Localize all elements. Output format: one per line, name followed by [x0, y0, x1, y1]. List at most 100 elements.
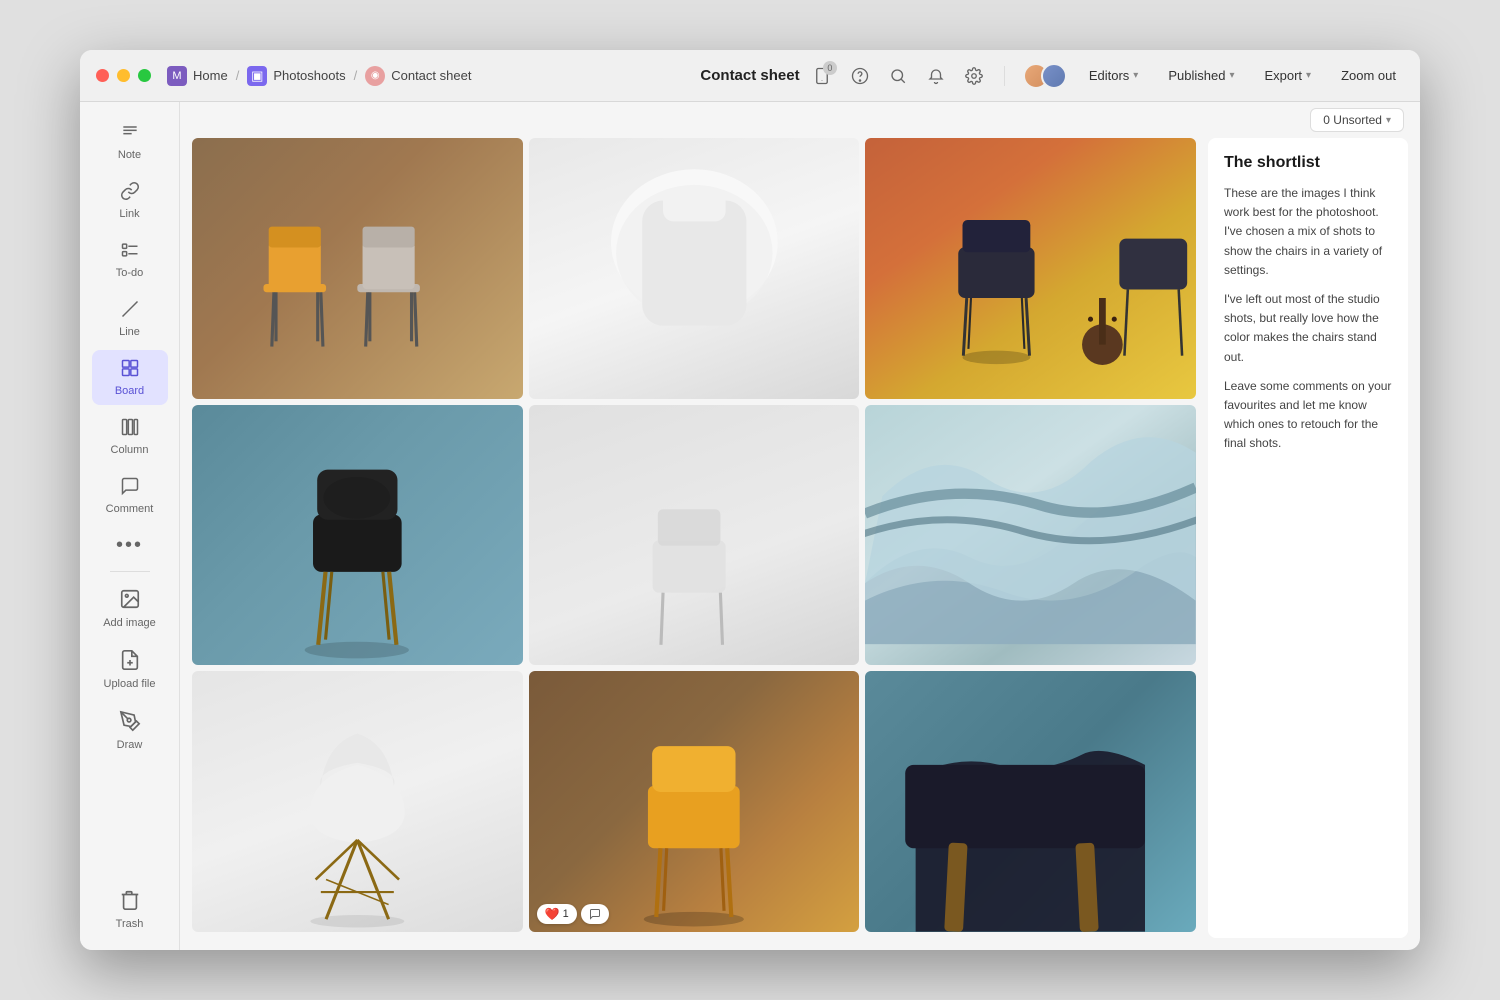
grid-cell-3[interactable] — [865, 138, 1196, 399]
cell-8-reactions: ❤️1 — [537, 904, 609, 924]
editors-dropdown[interactable]: Editors ▾ — [1081, 64, 1147, 87]
line-icon — [120, 299, 140, 322]
side-panel: The shortlist These are the images I thi… — [1208, 138, 1408, 938]
device-icon[interactable]: 0 — [810, 64, 834, 88]
sidebar-item-todo[interactable]: To-do — [92, 232, 168, 287]
sidebar-item-trash[interactable]: Trash — [92, 881, 168, 938]
heart-reaction[interactable]: ❤️1 — [537, 904, 577, 924]
maximize-button[interactable] — [138, 69, 151, 82]
todo-label: To-do — [116, 267, 144, 279]
close-button[interactable] — [96, 69, 109, 82]
published-dropdown[interactable]: Published ▾ — [1160, 64, 1242, 87]
page-title: Contact sheet — [700, 67, 799, 84]
help-icon[interactable] — [848, 64, 872, 88]
sort-bar: 0 Unsorted ▾ — [180, 102, 1420, 138]
shortlist-title: The shortlist — [1224, 154, 1392, 172]
sidebar-item-note[interactable]: Note — [92, 114, 168, 169]
link-icon — [120, 181, 140, 204]
board-label: Board — [115, 385, 144, 397]
upload-label: Upload file — [104, 678, 156, 690]
notification-icon[interactable] — [924, 64, 948, 88]
sep2: / — [354, 68, 358, 83]
published-label: Published — [1168, 68, 1225, 83]
image-grid: ❤️1 — [192, 138, 1196, 938]
note-icon — [120, 122, 140, 145]
todo-icon — [120, 240, 140, 263]
grid-and-panel: ❤️1 — [180, 138, 1420, 950]
photoshoots-label[interactable]: Photoshoots — [273, 68, 345, 83]
add-image-icon — [119, 588, 141, 613]
shortlist-para-3: Leave some comments on your favourites a… — [1224, 377, 1392, 454]
export-dropdown[interactable]: Export ▾ — [1256, 64, 1319, 87]
trash-label: Trash — [116, 918, 144, 930]
trash-icon — [119, 889, 141, 914]
avatar-group — [1023, 63, 1067, 89]
grid-cell-5[interactable] — [529, 405, 860, 666]
editors-label: Editors — [1089, 68, 1129, 83]
grid-cell-4[interactable] — [192, 405, 523, 666]
titlebar-actions: 0 — [810, 63, 1404, 89]
search-icon[interactable] — [886, 64, 910, 88]
sort-label: 0 Unsorted — [1323, 113, 1382, 127]
contact-icon: ◉ — [365, 66, 385, 86]
board-icon — [120, 358, 140, 381]
comment-icon — [120, 476, 140, 499]
breadcrumb-home[interactable]: M Home — [167, 66, 228, 86]
sidebar-divider — [110, 571, 150, 572]
shortlist-para-2: I've left out most of the studio shots, … — [1224, 290, 1392, 367]
sidebar-item-upload[interactable]: Upload file — [92, 641, 168, 698]
export-chevron: ▾ — [1306, 70, 1311, 81]
link-label: Link — [119, 208, 139, 220]
sidebar-item-more[interactable]: ••• — [92, 527, 168, 563]
contact-label[interactable]: Contact sheet — [391, 68, 471, 83]
draw-label: Draw — [117, 739, 143, 751]
content-area: 0 Unsorted ▾ — [180, 102, 1420, 950]
grid-cell-2[interactable] — [529, 138, 860, 399]
grid-cell-6[interactable] — [865, 405, 1196, 666]
sidebar-item-line[interactable]: Line — [92, 291, 168, 346]
comment-label: Comment — [106, 503, 154, 515]
sidebar-item-draw[interactable]: Draw — [92, 702, 168, 759]
draw-icon — [119, 710, 141, 735]
device-badge: 0 — [823, 61, 837, 75]
shortlist-para-1: These are the images I think work best f… — [1224, 184, 1392, 280]
grid-cell-7[interactable] — [192, 671, 523, 932]
grid-cell-9[interactable] — [865, 671, 1196, 932]
minimize-button[interactable] — [117, 69, 130, 82]
breadcrumb-photoshoots[interactable]: ▣ Photoshoots — [247, 66, 345, 86]
sidebar-item-link[interactable]: Link — [92, 173, 168, 228]
sidebar-item-comment[interactable]: Comment — [92, 468, 168, 523]
sort-chevron: ▾ — [1386, 115, 1391, 126]
column-icon — [120, 417, 140, 440]
grid-cell-8[interactable]: ❤️1 — [529, 671, 860, 932]
published-chevron: ▾ — [1229, 70, 1234, 81]
upload-icon — [119, 649, 141, 674]
sidebar: Note Link — [80, 102, 180, 950]
grid-cell-1[interactable] — [192, 138, 523, 399]
zoom-label: Zoom out — [1341, 68, 1396, 83]
main-area: Note Link — [80, 102, 1420, 950]
breadcrumb: M Home / ▣ Photoshoots / ◉ Contact sheet — [167, 66, 471, 86]
note-label: Note — [118, 149, 141, 161]
titlebar: M Home / ▣ Photoshoots / ◉ Contact sheet… — [80, 50, 1420, 102]
sidebar-item-column[interactable]: Column — [92, 409, 168, 464]
add-image-label: Add image — [103, 617, 156, 629]
sort-button[interactable]: 0 Unsorted ▾ — [1310, 108, 1404, 132]
zoom-button[interactable]: Zoom out — [1333, 64, 1404, 87]
sidebar-item-add-image[interactable]: Add image — [92, 580, 168, 637]
comment-reaction[interactable] — [581, 904, 609, 924]
sep1: / — [236, 68, 240, 83]
line-label: Line — [119, 326, 140, 338]
divider — [1004, 66, 1005, 86]
sidebar-item-board[interactable]: Board — [92, 350, 168, 405]
editors-chevron: ▾ — [1133, 70, 1138, 81]
settings-icon[interactable] — [962, 64, 986, 88]
home-label[interactable]: Home — [193, 68, 228, 83]
avatar-2 — [1041, 63, 1067, 89]
home-icon: M — [167, 66, 187, 86]
traffic-lights — [96, 69, 151, 82]
app-window: M Home / ▣ Photoshoots / ◉ Contact sheet… — [80, 50, 1420, 950]
column-label: Column — [111, 444, 149, 456]
breadcrumb-contact[interactable]: ◉ Contact sheet — [365, 66, 471, 86]
export-label: Export — [1264, 68, 1302, 83]
